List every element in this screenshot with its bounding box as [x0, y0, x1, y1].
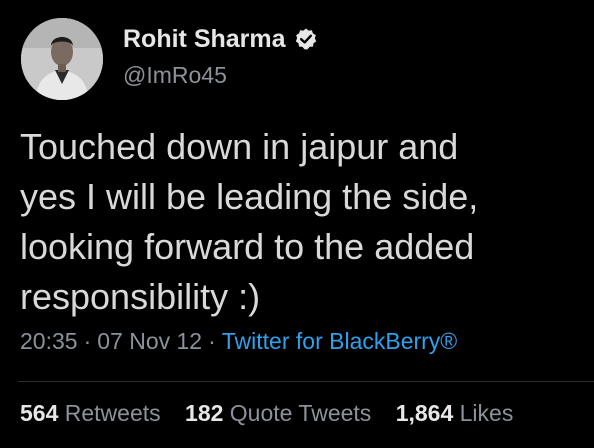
- retweets-count: 564: [20, 400, 59, 426]
- avatar[interactable]: [21, 18, 103, 100]
- likes-label: Likes: [459, 400, 514, 426]
- quote-tweets-stat[interactable]: 182 Quote Tweets: [185, 400, 378, 426]
- profile-photo-icon: [21, 18, 103, 100]
- tweet-source-link[interactable]: Twitter for BlackBerry®: [222, 328, 458, 354]
- author-block: Rohit Sharma @ImRo45: [123, 22, 318, 89]
- verified-badge-icon: [294, 27, 318, 51]
- meta-separator: ·: [208, 328, 216, 354]
- retweets-label: Retweets: [64, 400, 161, 426]
- meta-separator: ·: [83, 328, 92, 354]
- tweet-time[interactable]: 20:35: [20, 328, 78, 354]
- display-name[interactable]: Rohit Sharma: [123, 25, 286, 54]
- divider: [18, 381, 594, 382]
- tweet-text: Touched down in jaipur and yes I will be…: [20, 126, 479, 317]
- likes-count: 1,864: [395, 400, 454, 426]
- tweet-meta: 20:35 · 07 Nov 12 · Twitter for BlackBerry®: [20, 328, 457, 355]
- quote-tweets-count: 182: [185, 400, 224, 426]
- tweet-date[interactable]: 07 Nov 12: [97, 328, 202, 354]
- tweet-card: Rohit Sharma @ImRo45 Touched down in jai…: [0, 0, 594, 448]
- tweet-header: Rohit Sharma @ImRo45: [21, 18, 318, 100]
- likes-stat[interactable]: 1,864 Likes: [396, 400, 514, 426]
- user-handle[interactable]: @ImRo45: [123, 62, 318, 89]
- name-row: Rohit Sharma: [123, 22, 318, 56]
- quote-tweets-label: Quote Tweets: [229, 400, 372, 426]
- retweets-stat[interactable]: 564 Retweets: [20, 400, 167, 426]
- engagement-stats: 564 Retweets 182 Quote Tweets 1,864 Like…: [20, 400, 513, 427]
